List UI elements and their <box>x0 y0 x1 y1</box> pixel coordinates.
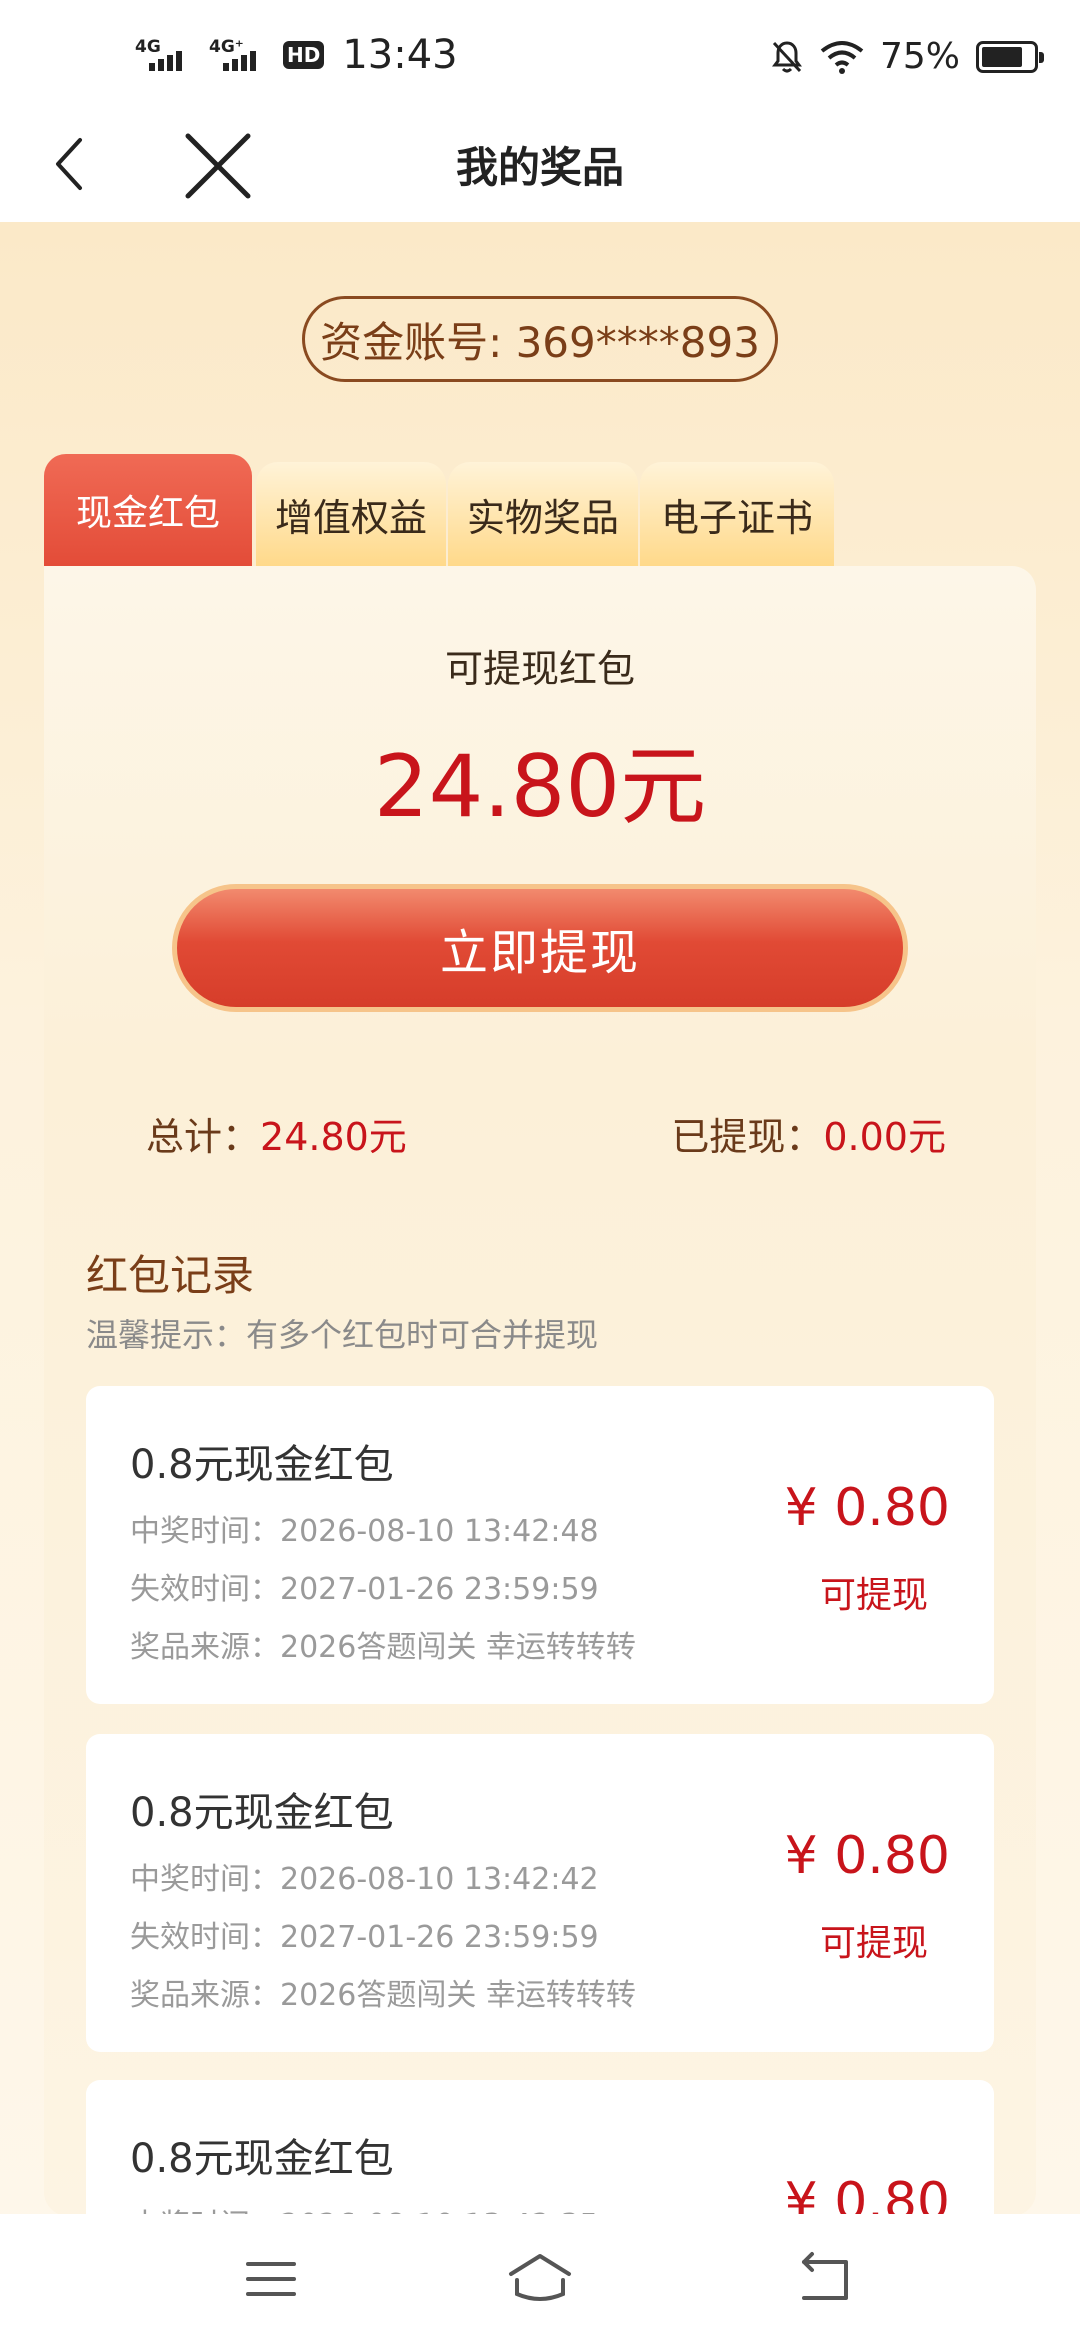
total-label: 总计： <box>146 1115 261 1159</box>
withdrawn-summary: 已提现：0.00元 <box>671 1106 946 1161</box>
battery-percent: 75% <box>879 36 960 77</box>
page-title: 我的奖品 <box>455 143 624 192</box>
records-tip: 温馨提示：有多个红包时可合并提现 <box>86 1316 599 1354</box>
status-bar: 4G 4G⁺ HD 13:43 75% <box>0 0 1080 110</box>
record-source: 奖品来源：2026答题闯关 幸运转转转 <box>130 1630 636 1665</box>
signal-4g-plus-icon: 4G⁺ <box>209 33 269 77</box>
home-icon[interactable] <box>505 2244 575 2314</box>
record-title: 0.8元现金红包 <box>130 1790 394 1836</box>
withdrawable-balance: 24.80元 <box>373 737 707 837</box>
record-win-time: 中奖时间：2026-08-10 13:42:42 <box>130 1862 599 1897</box>
record-win-time: 中奖时间：2026-08-10 13:42:48 <box>130 1514 599 1549</box>
back-icon[interactable] <box>790 2244 860 2314</box>
record-status: 可提现 <box>819 1575 928 1616</box>
withdrawn-value: 0.00元 <box>823 1115 946 1159</box>
main-content: 资金账号: 369****893 现金红包 增值权益 实物奖品 电子证书 可提现… <box>0 222 1080 2243</box>
withdrawn-label: 已提现： <box>671 1115 824 1159</box>
tab-physical-prizes[interactable]: 实物奖品 <box>448 462 638 566</box>
record-amount: ¥ 0.80 <box>784 1478 950 1538</box>
record-amount: ¥ 0.80 <box>784 1826 950 1886</box>
record-status: 可提现 <box>819 1923 928 1964</box>
system-nav-bar <box>0 2214 1080 2340</box>
tab-e-certificates[interactable]: 电子证书 <box>640 462 834 566</box>
tab-cash-red-packet[interactable]: 现金红包 <box>44 454 252 566</box>
withdrawable-label: 可提现红包 <box>444 647 635 691</box>
record-expire-time: 失效时间：2027-01-26 23:59:59 <box>130 1920 599 1955</box>
nav-bar: 我的奖品 <box>0 110 1080 222</box>
record-item[interactable]: 0.8元现金红包 中奖时间：2026-08-10 13:42:35 ¥ 0.80 <box>86 2080 994 2243</box>
record-title: 0.8元现金红包 <box>130 1442 394 1488</box>
menu-icon[interactable] <box>236 2244 306 2314</box>
total-value: 24.80元 <box>260 1115 407 1159</box>
record-expire-time: 失效时间：2027-01-26 23:59:59 <box>130 1572 599 1607</box>
status-right: 75% <box>770 36 1044 77</box>
battery-icon <box>976 40 1044 73</box>
red-packet-panel: 可提现红包 24.80元 立即提现 总计：24.80元 已提现：0.00元 红包… <box>44 566 1036 2243</box>
records-title: 红包记录 <box>86 1251 255 1300</box>
prize-tabs: 现金红包 增值权益 实物奖品 电子证书 <box>44 454 844 566</box>
account-number-badge: 资金账号: 369****893 <box>302 296 778 382</box>
notifications-off-icon <box>771 40 802 72</box>
withdraw-now-button[interactable]: 立即提现 <box>172 884 908 1012</box>
hd-icon: HD <box>283 41 325 69</box>
record-title: 0.8元现金红包 <box>130 2136 394 2182</box>
record-item[interactable]: 0.8元现金红包 中奖时间：2026-08-10 13:42:42 失效时间：2… <box>86 1734 994 2052</box>
record-source: 奖品来源：2026答题闯关 幸运转转转 <box>130 1978 636 2013</box>
clock: 13:43 <box>342 32 458 78</box>
status-left: 4G 4G⁺ HD 13:43 <box>135 32 458 78</box>
total-summary: 总计：24.80元 <box>146 1106 407 1161</box>
wifi-icon <box>820 40 864 74</box>
totals-row: 总计：24.80元 已提现：0.00元 <box>44 1106 1036 1166</box>
record-item[interactable]: 0.8元现金红包 中奖时间：2026-08-10 13:42:48 失效时间：2… <box>86 1386 994 1704</box>
signal-4g-icon: 4G <box>135 33 195 77</box>
tab-value-added-rights[interactable]: 增值权益 <box>256 462 446 566</box>
